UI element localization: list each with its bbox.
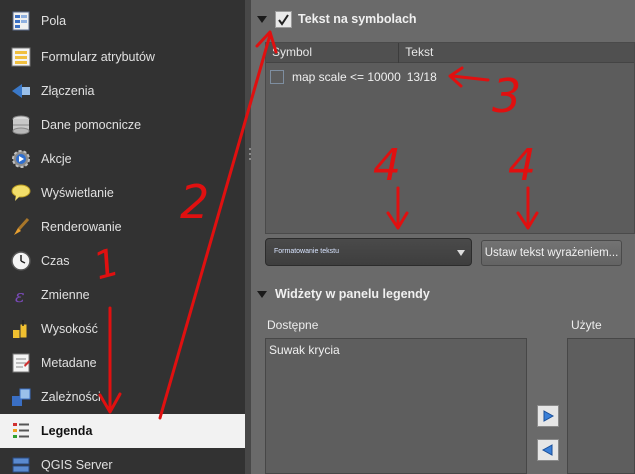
rendering-brush-icon [8, 215, 34, 239]
sidebar-item-renderowanie[interactable]: Renderowanie [0, 210, 245, 244]
sidebar-item-qgis-server[interactable]: QGIS Server [0, 448, 245, 474]
sidebar-item-zlaczenia[interactable]: Złączenia [0, 74, 245, 108]
sidebar-item-zmienne[interactable]: ε Zmienne [0, 278, 245, 312]
sidebar-item-label: Złączenia [41, 84, 95, 98]
section-title: Widżety w panelu legendy [275, 287, 430, 301]
column-header-text[interactable]: Tekst [399, 43, 634, 63]
sidebar-item-label: Akcje [41, 152, 72, 166]
sidebar-item-dane-pomocnicze[interactable]: Dane pomocnicze [0, 108, 245, 142]
set-text-expression-button[interactable]: Ustaw tekst wyrażeniem... [481, 240, 622, 266]
checkmark-icon [278, 13, 289, 26]
sidebar-item-label: Legenda [41, 424, 93, 438]
sidebar-item-label: Zależności [41, 390, 101, 404]
variables-icon: ε [8, 283, 34, 307]
symbol-swatch [270, 70, 284, 84]
elevation-icon [8, 317, 34, 341]
available-label: Dostępne [267, 318, 319, 332]
text-on-symbols-checkbox[interactable] [275, 10, 292, 28]
used-label: Użyte [571, 318, 602, 332]
sidebar-item-pola[interactable]: Pola [0, 4, 245, 38]
chevron-down-icon [457, 250, 465, 256]
sidebar-item-formularz[interactable]: Formularz atrybutów [0, 40, 245, 74]
add-widget-button[interactable] [537, 405, 559, 427]
collapse-triangle-icon[interactable] [257, 15, 267, 23]
sidebar-item-wysokosc[interactable]: Wysokość [0, 312, 245, 346]
sidebar-item-czas[interactable]: Czas [0, 244, 245, 278]
sidebar-item-label: Wysokość [41, 322, 98, 336]
used-widgets-list[interactable] [567, 338, 635, 474]
sidebar-item-label: Renderowanie [41, 220, 122, 234]
remove-widget-button[interactable] [537, 439, 559, 461]
sidebar-item-label: Dane pomocnicze [41, 118, 142, 132]
joins-icon [8, 79, 34, 103]
sidebar-item-zaleznosci[interactable]: Zależności [0, 380, 245, 414]
sidebar-item-label: Formularz atrybutów [41, 50, 155, 64]
legend-settings-panel: Tekst na symbolach Symbol Tekst map scal… [251, 0, 635, 474]
text-format-dropdown[interactable]: Formatowanie tekstu [265, 238, 472, 266]
sidebar-item-legenda[interactable]: Legenda [0, 414, 245, 448]
legend-widgets-header[interactable]: Widżety w panelu legendy [251, 279, 430, 309]
collapse-triangle-icon[interactable] [257, 290, 267, 298]
available-widgets-list[interactable]: Suwak krycia [265, 338, 527, 474]
sidebar-item-metadane[interactable]: Metadane [0, 346, 245, 380]
table-header: Symbol Tekst [266, 43, 634, 63]
sidebar-item-label: Czas [41, 254, 70, 268]
sidebar-item-wyswietlanie[interactable]: Wyświetlanie [0, 176, 245, 210]
dependencies-icon [8, 385, 34, 409]
sidebar-item-label: Zmienne [41, 288, 90, 302]
display-tip-icon [8, 181, 34, 205]
sidebar-item-label: QGIS Server [41, 458, 113, 472]
server-icon [8, 453, 34, 474]
column-header-symbol[interactable]: Symbol [266, 43, 400, 63]
sidebar: Pola Formularz atrybutów Złączenia Dane … [0, 0, 245, 474]
auxiliary-storage-icon [8, 113, 34, 137]
arrow-right-icon [543, 410, 555, 422]
clock-icon [8, 249, 34, 273]
sidebar-item-label: Wyświetlanie [41, 186, 114, 200]
arrow-left-icon [541, 444, 553, 456]
sidebar-item-akcje[interactable]: Akcje [0, 142, 245, 176]
list-item[interactable]: Suwak krycia [269, 343, 340, 357]
dropdown-value: Formatowanie tekstu [274, 248, 339, 255]
metadata-icon [8, 351, 34, 375]
sidebar-item-label: Pola [41, 14, 67, 28]
legend-icon [8, 419, 34, 443]
svg-text:ε: ε [15, 286, 25, 306]
form-icon [8, 45, 34, 69]
fields-icon [8, 9, 34, 33]
actions-icon [8, 147, 34, 171]
sidebar-item-label: Metadane [41, 356, 97, 370]
section-title: Tekst na symbolach [298, 12, 417, 26]
text-on-symbols-header[interactable]: Tekst na symbolach [251, 4, 417, 34]
table-row[interactable]: map scale <= 10000 13/18 [270, 68, 437, 86]
text-cell[interactable]: 13/18 [407, 70, 437, 84]
symbol-text-table: Symbol Tekst map scale <= 10000 13/18 [265, 42, 635, 234]
symbol-cell: map scale <= 10000 [292, 70, 401, 84]
